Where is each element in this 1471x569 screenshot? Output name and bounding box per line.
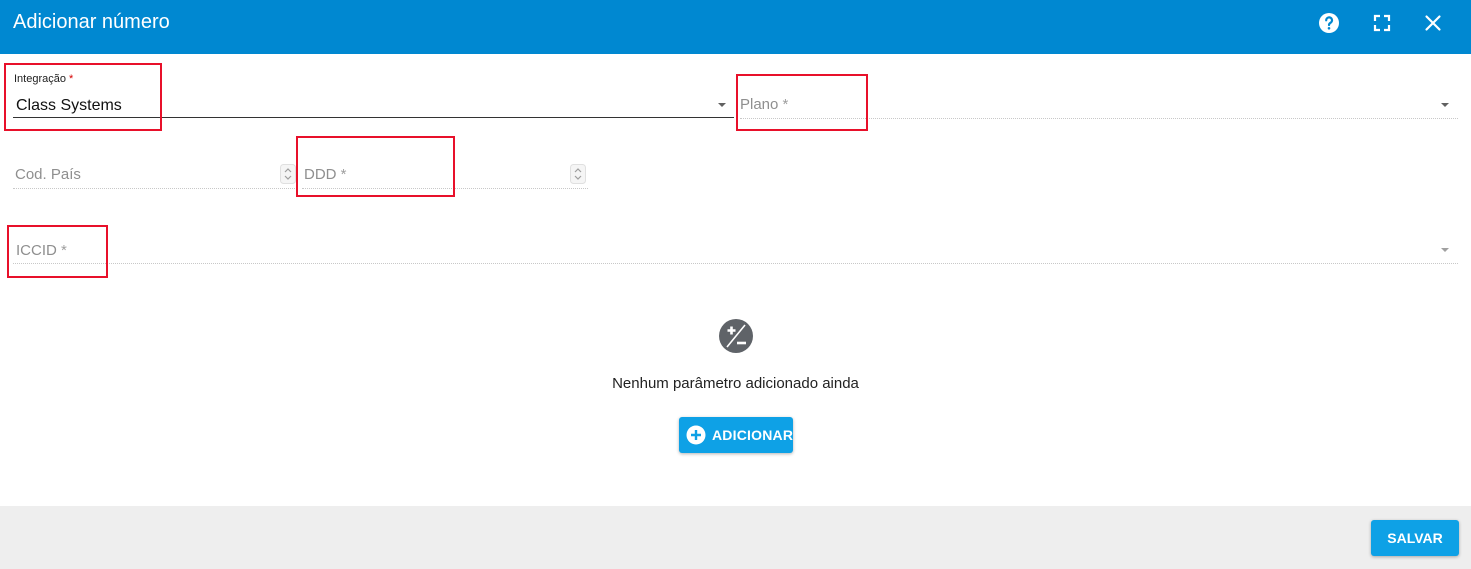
add-remove-icon [718, 318, 754, 354]
stepper-icon [570, 164, 586, 184]
add-circle-icon [686, 425, 706, 445]
iccid-underline [13, 263, 1458, 264]
add-parameter-button[interactable]: ADICIONAR [679, 417, 793, 453]
highlight-box-iccid [7, 225, 108, 278]
highlight-box-integracao [4, 63, 162, 131]
dialog-title: Adicionar número [13, 11, 170, 33]
fullscreen-icon [1373, 14, 1391, 32]
cod-pais-stepper[interactable] [280, 164, 296, 184]
help-button[interactable] [1317, 11, 1341, 35]
fullscreen-button[interactable] [1370, 11, 1394, 35]
chevron-down-icon[interactable] [1441, 248, 1449, 252]
close-icon [1425, 15, 1441, 31]
add-parameter-label: ADICIONAR [712, 427, 794, 443]
chevron-down-icon[interactable] [1441, 103, 1449, 107]
highlight-box-ddd [296, 136, 455, 197]
dialog-footer [0, 506, 1471, 569]
dialog-header: Adicionar número [0, 0, 1471, 54]
help-icon [1319, 13, 1339, 33]
stepper-icon [280, 164, 296, 184]
chevron-down-icon[interactable] [718, 103, 726, 107]
empty-parameters-text: Nenhum parâmetro adicionado ainda [612, 375, 859, 392]
save-button[interactable]: SALVAR [1371, 520, 1459, 556]
cod-pais-underline [13, 188, 297, 189]
highlight-box-plano [736, 74, 868, 131]
cod-pais-label: Cod. País [15, 166, 81, 183]
ddd-stepper[interactable] [570, 164, 586, 184]
close-button[interactable] [1421, 11, 1445, 35]
